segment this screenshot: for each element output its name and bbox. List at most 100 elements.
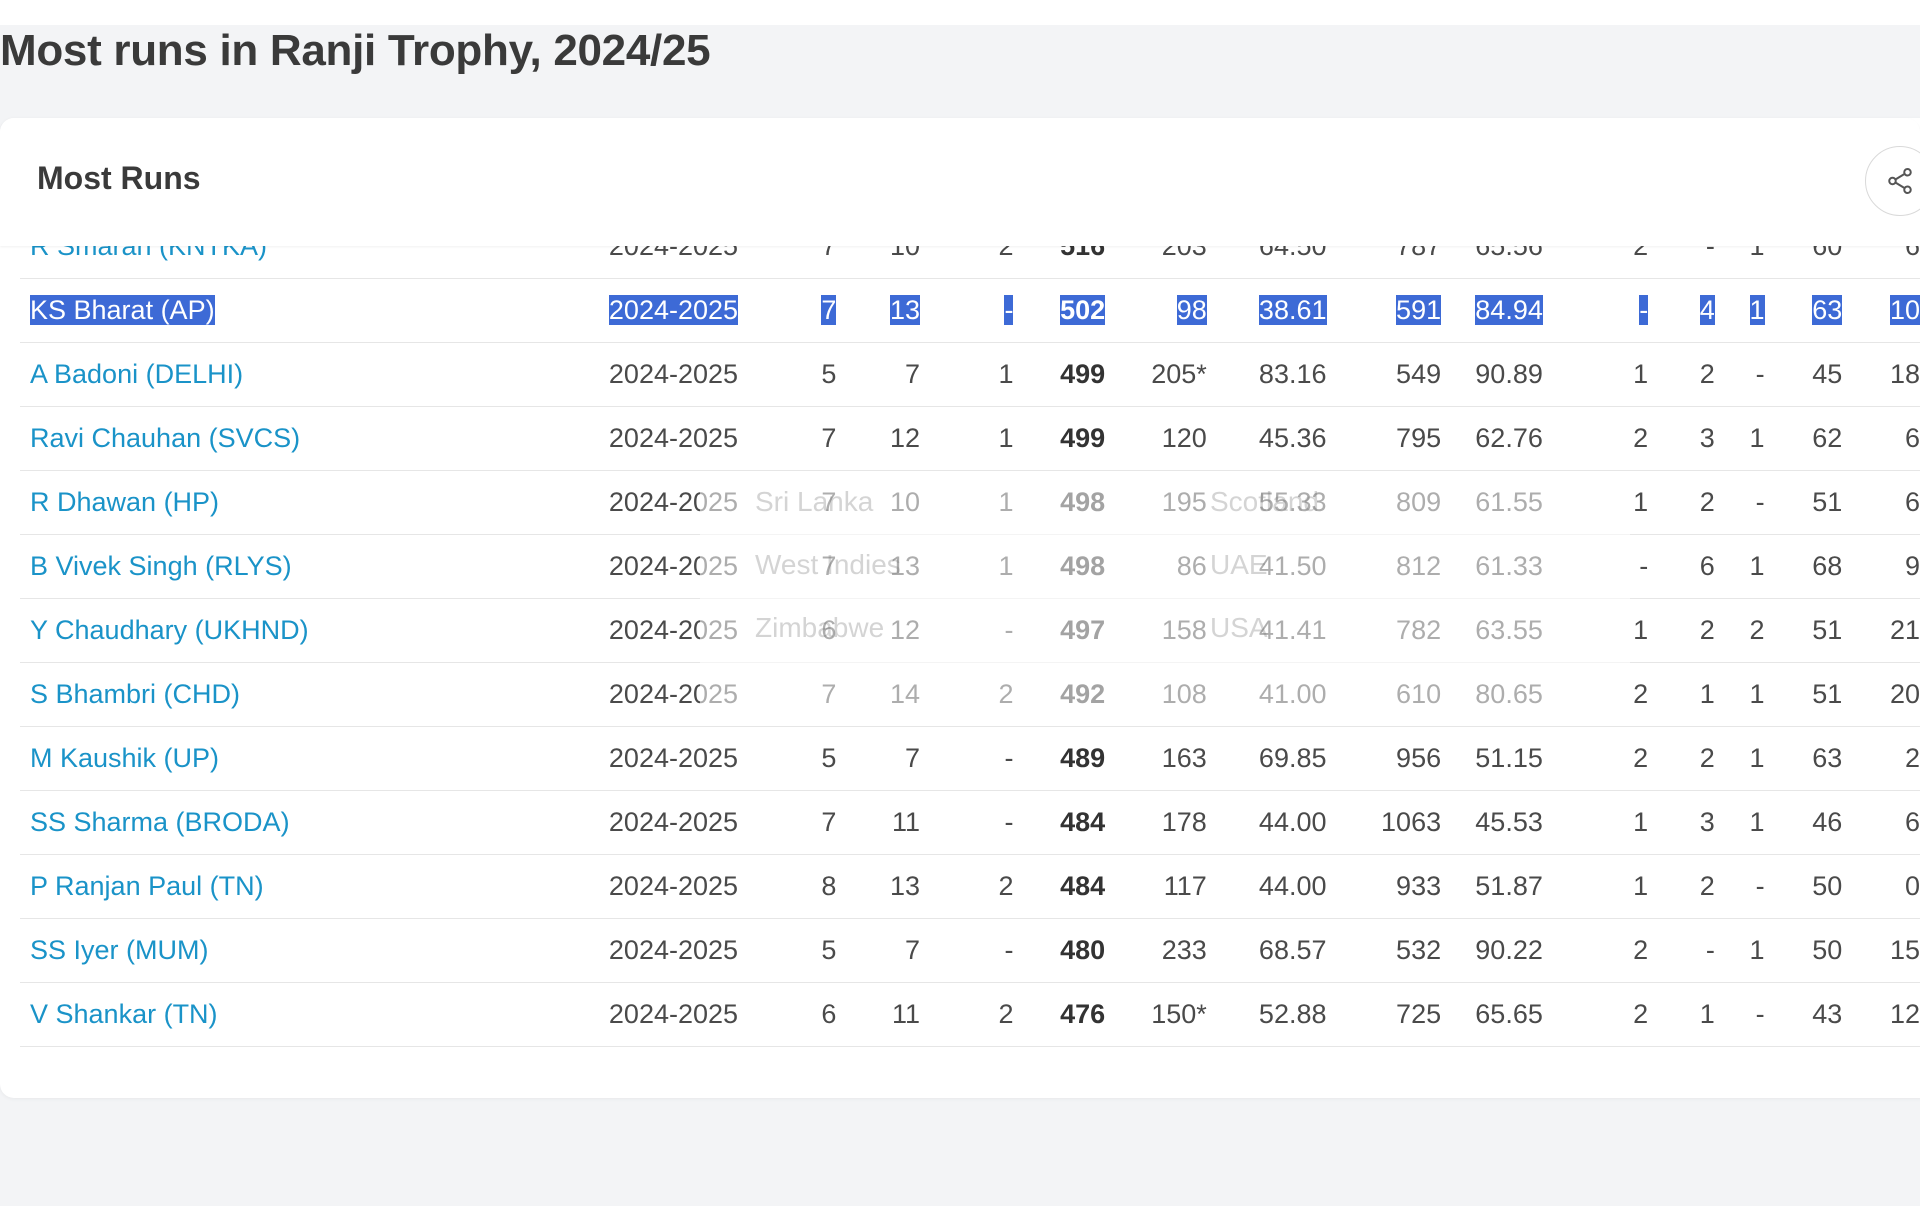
player-link[interactable]: SS Iyer (MUM): [30, 935, 209, 965]
cell-innings: 13: [836, 854, 921, 919]
cell-fifties: 3: [1648, 790, 1715, 855]
player-link[interactable]: Y Chaudhary (UKHND): [30, 615, 309, 645]
menu-item-scotland[interactable]: Scotland: [1210, 486, 1319, 518]
cell-ducks: -: [1714, 470, 1765, 535]
cell-not-outs: 2: [920, 246, 1014, 279]
cell-fours: 45: [1764, 342, 1843, 407]
cell-fours: 63: [1764, 278, 1843, 343]
span-value: 2024-2025: [608, 423, 739, 453]
cell-fifties: 1: [1648, 662, 1715, 727]
stats-table-wrapper[interactable]: Mandeep Singh (TPURA)2024-20258915171241…: [0, 246, 1920, 1206]
cell-hundreds: 1: [1542, 790, 1649, 855]
cell-sixes-value: 15: [1889, 935, 1920, 965]
cell-fifties-value: 4: [1699, 295, 1715, 325]
cell-fifties-value: 2: [1699, 487, 1715, 517]
span: 2024-2025: [562, 342, 739, 407]
cell-runs-value: 480: [1060, 935, 1106, 965]
player-link[interactable]: Ravi Chauhan (SVCS): [30, 423, 300, 453]
table-row[interactable]: V Shankar (TN) 2024-2025 6 11 2 476 150* 52.88 7…: [20, 982, 1920, 1047]
cell-balls-faced-value: 795: [1396, 423, 1442, 453]
cell-average: 44.00: [1206, 854, 1327, 919]
cell-runs: 480: [1013, 918, 1106, 983]
cell-matches-value: 5: [821, 359, 837, 389]
table-row[interactable]: A Badoni (DELHI) 2024-2025 5 7 1 499 205* 83.16…: [20, 342, 1920, 407]
cell-not-outs-value: 2: [998, 246, 1014, 261]
cell-strike-rate: 65.56: [1441, 246, 1543, 279]
cell-runs: 489: [1013, 726, 1106, 791]
cell-average: 83.16: [1206, 342, 1327, 407]
cell-strike-rate-value: 90.22: [1475, 935, 1543, 965]
player-link[interactable]: SS Sharma (BRODA): [30, 807, 290, 837]
table-row[interactable]: M Kaushik (UP) 2024-2025 5 7-489 163 69.85 956…: [20, 726, 1920, 791]
cell-ducks-value: 2: [1749, 615, 1765, 645]
cell-fours-value: 51: [1812, 615, 1843, 645]
cell-strike-rate: 90.22: [1441, 918, 1543, 983]
span: 2024-2025: [562, 246, 739, 279]
player-link[interactable]: A Badoni (DELHI): [30, 359, 243, 389]
cell-fifties: 6: [1648, 534, 1715, 599]
cell-balls-faced: 725: [1326, 982, 1442, 1047]
cell-player: Y Chaudhary (UKHND): [20, 598, 563, 663]
cell-not-outs: -: [920, 726, 1014, 791]
cell-fifties: 4: [1648, 278, 1715, 343]
cell-ducks-value: 1: [1749, 423, 1765, 453]
player-link[interactable]: B Vivek Singh (RLYS): [30, 551, 292, 581]
cell-sixes-value: 6: [1904, 246, 1920, 261]
span: 2024-2025: [562, 278, 739, 343]
cell-innings-value: 11: [892, 999, 921, 1029]
cell-sixes: 6: [1842, 406, 1920, 471]
table-row[interactable]: SS Iyer (MUM) 2024-2025 5 7 - 480 233 68.57 532 9…: [20, 918, 1920, 983]
cell-strike-rate: 45.53: [1441, 790, 1543, 855]
cell-matches: 5: [738, 726, 837, 791]
cell-fours: 46: [1764, 790, 1843, 855]
table-row[interactable]: SS Sharma (BRODA) 2024-2025 7 11-484 178 44.0…: [20, 790, 1920, 855]
menu-item-usa[interactable]: USA: [1210, 612, 1268, 644]
cell-runs: 484: [1013, 854, 1106, 919]
share-button[interactable]: [1865, 146, 1920, 216]
player-link[interactable]: P Ranjan Paul (TN): [30, 871, 264, 901]
card-header: Most Runs: [0, 118, 1920, 246]
cell-matches-value: 7: [821, 246, 837, 261]
cell-high-score-value: 117: [1163, 871, 1207, 901]
cell-average-value: 68.57: [1258, 935, 1327, 965]
cell-innings-value: 10: [889, 246, 921, 261]
table-row[interactable]: R Smaran (KNTKA) 2024-2025 7 10 2 516 203 64.50…: [20, 246, 1920, 279]
cell-average-value: 83.16: [1258, 359, 1327, 389]
cell-ducks-value: 1: [1749, 807, 1765, 837]
cell-balls-faced: 956: [1326, 726, 1442, 791]
cell-sixes: 18: [1842, 342, 1920, 407]
player-link[interactable]: M Kaushik (UP): [30, 743, 219, 773]
cell-fours: 63: [1764, 726, 1843, 791]
cell-ducks: -: [1714, 854, 1765, 919]
cell-balls-faced-value: 532: [1396, 935, 1442, 965]
menu-item-uae[interactable]: UAE: [1210, 549, 1268, 581]
menu-item-zimbabwe[interactable]: Zimbabwe: [755, 612, 884, 644]
cell-fours-value: 45: [1812, 359, 1843, 389]
cell-hundreds-value: 2: [1633, 999, 1649, 1029]
cell-player: Ravi Chauhan (SVCS): [20, 406, 563, 471]
cell-hundreds: 1: [1542, 342, 1649, 407]
player-link[interactable]: R Smaran (KNTKA): [30, 246, 267, 261]
menu-item-sri-lanka[interactable]: Sri Lanka: [755, 486, 873, 518]
table-row[interactable]: Ravi Chauhan (SVCS) 2024-2025 7 12 1 499 120 45…: [20, 406, 1920, 471]
cell-hundreds: 1: [1542, 854, 1649, 919]
player-link[interactable]: R Dhawan (HP): [30, 487, 219, 517]
cell-ducks: 1: [1714, 278, 1765, 343]
table-row[interactable]: P Ranjan Paul (TN) 2024-2025 8 13 2 484 117 44.…: [20, 854, 1920, 919]
cell-sixes-value: 0: [1904, 871, 1920, 901]
player-link[interactable]: S Bhambri (CHD): [30, 679, 240, 709]
cell-high-score: 203: [1105, 246, 1207, 279]
cell-runs: 484: [1013, 790, 1106, 855]
cell-ducks-value: -: [1755, 359, 1765, 389]
player-link[interactable]: KS Bharat (AP): [30, 295, 215, 325]
cell-fifties: 2: [1648, 598, 1715, 663]
cell-sixes: 6: [1842, 790, 1920, 855]
cell-fours: 51: [1764, 470, 1843, 535]
player-link[interactable]: V Shankar (TN): [30, 999, 218, 1029]
table-row[interactable]: KS Bharat (AP) 2024-2025 7 13 - 502 98 38.61 591…: [20, 278, 1920, 343]
cell-matches-value: 7: [821, 807, 837, 837]
menu-item-west-indies[interactable]: West Indies: [755, 549, 901, 581]
cell-player: A Badoni (DELHI): [20, 342, 563, 407]
cell-not-outs: 1: [920, 342, 1014, 407]
cell-runs: 516: [1013, 246, 1106, 279]
